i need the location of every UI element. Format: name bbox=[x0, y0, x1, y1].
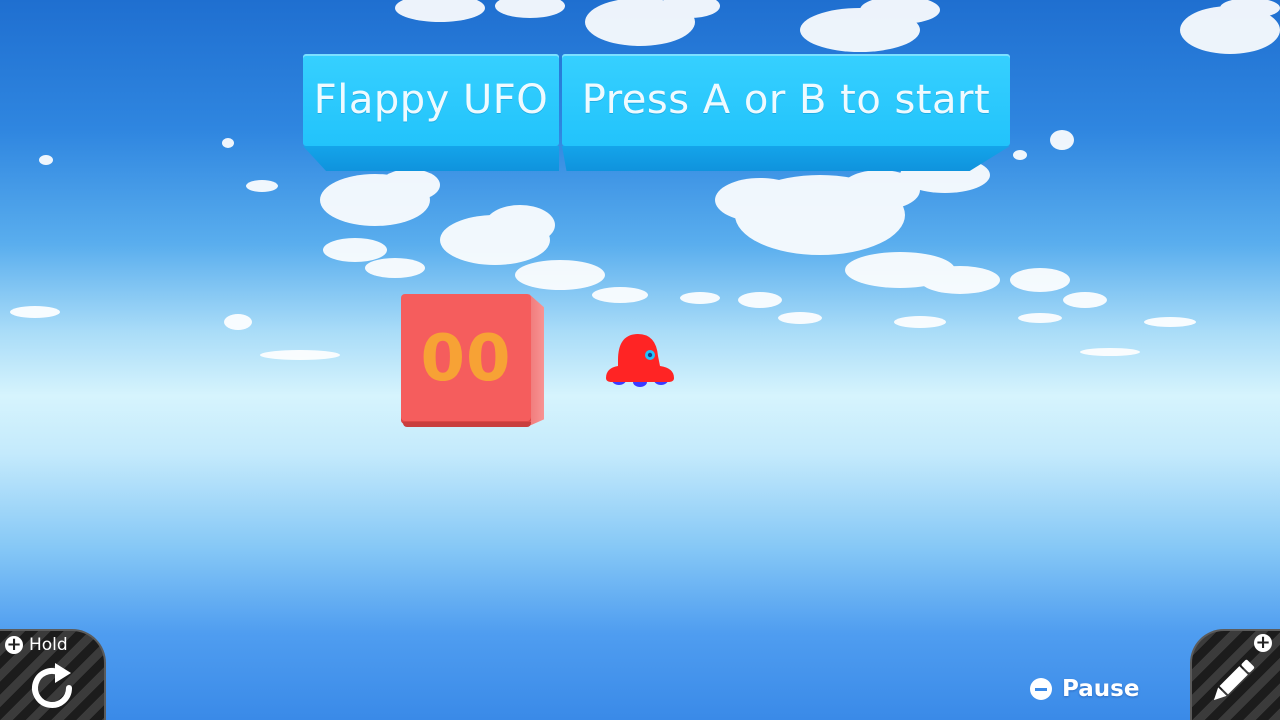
pause-hint[interactable]: Pause bbox=[1030, 676, 1139, 702]
start-prompt-panel-base bbox=[562, 146, 1010, 171]
game-title: Flappy UFO bbox=[313, 77, 549, 123]
plus-icon: + bbox=[5, 634, 23, 655]
score-cube: 00 bbox=[401, 294, 531, 424]
start-prompt: Press A or B to start bbox=[581, 77, 991, 123]
minus-button-icon bbox=[1030, 678, 1052, 700]
pencil-icon[interactable] bbox=[1208, 656, 1258, 706]
plus-icon: + bbox=[1254, 632, 1272, 653]
game-title-panel-base bbox=[303, 146, 559, 171]
score-cube-base bbox=[403, 422, 531, 427]
game-scene[interactable]: Flappy UFO Press A or B to start 00 bbox=[0, 0, 1280, 720]
ufo-player bbox=[606, 334, 674, 387]
score-cube-side bbox=[529, 294, 544, 426]
game-title-panel: Flappy UFO bbox=[303, 54, 559, 146]
start-prompt-panel: Press A or B to start bbox=[562, 54, 1010, 146]
ufo-pupil bbox=[647, 352, 653, 358]
hold-label: Hold bbox=[29, 635, 68, 655]
score-counter: 00 bbox=[420, 322, 512, 396]
pause-label: Pause bbox=[1062, 676, 1140, 702]
ufo-body bbox=[606, 334, 674, 382]
restart-icon[interactable] bbox=[25, 661, 79, 715]
